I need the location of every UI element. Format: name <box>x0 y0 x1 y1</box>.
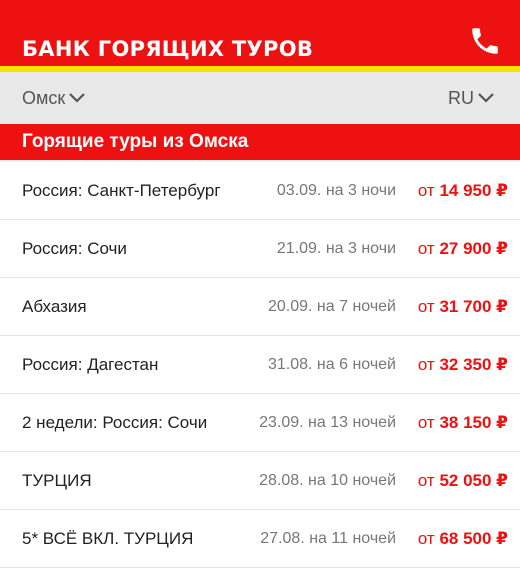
chevron-down-icon <box>69 93 86 103</box>
tour-destination: Россия: Сочи <box>22 238 127 258</box>
tour-price: от 68 500 ₽ <box>417 528 508 548</box>
tour-destination: Россия: Дагестан <box>22 354 159 374</box>
tour-dates: 03.09. на 3 ночи <box>276 181 396 199</box>
tour-dates: 27.08. на 11 ночей <box>260 529 396 547</box>
tour-price: от 27 900 ₽ <box>417 238 508 258</box>
tour-destination: 2 недели: Россия: Сочи <box>22 412 208 432</box>
tour-price: от 32 350 ₽ <box>417 354 508 374</box>
tour-row[interactable]: Россия: Сочи 21.09. на 3 ночи от 27 900 … <box>0 220 520 278</box>
phone-icon[interactable] <box>468 24 502 58</box>
tour-destination: Абхазия <box>22 296 87 316</box>
tour-dates: 20.09. на 7 ночей <box>267 297 396 315</box>
tour-row[interactable]: Россия: Дагестан 31.08. на 6 ночей от 32… <box>0 336 520 394</box>
tour-row[interactable]: Абхазия 20.09. на 7 ночей от 31 700 ₽ <box>0 278 520 336</box>
tour-row[interactable]: 2 недели: Россия: Сочи 23.09. на 13 ноче… <box>0 394 520 452</box>
tour-dates: 21.09. на 3 ночи <box>276 239 396 257</box>
chevron-down-icon <box>478 93 494 103</box>
tour-dates: 23.09. на 13 ночей <box>259 413 396 431</box>
tour-list: Россия: Санкт-Петербург 03.09. на 3 ночи… <box>0 162 520 568</box>
brand-title[interactable]: БАНК ГОРЯЩИХ ТУРОВ <box>22 37 313 61</box>
tour-price: от 14 950 ₽ <box>417 180 508 200</box>
language-selector[interactable]: RU <box>448 88 496 109</box>
tour-price: от 31 700 ₽ <box>417 296 508 316</box>
language-label: RU <box>448 87 474 108</box>
tour-price: от 52 050 ₽ <box>417 470 508 490</box>
section-banner: Горящие туры из Омска <box>0 124 520 162</box>
tour-row[interactable]: Россия: Санкт-Петербург 03.09. на 3 ночи… <box>0 162 520 220</box>
tour-dates: 28.08. на 10 ночей <box>259 471 396 489</box>
tour-row[interactable]: 5* ВСЁ ВКЛ. ТУРЦИЯ 27.08. на 11 ночей от… <box>0 510 520 568</box>
selector-bar: Омск RU <box>0 72 520 124</box>
tour-destination: 5* ВСЁ ВКЛ. ТУРЦИЯ <box>22 528 194 548</box>
tour-destination: Россия: Санкт-Петербург <box>22 180 221 200</box>
section-title: Горящие туры из Омска <box>22 131 249 152</box>
city-selector[interactable]: Омск <box>22 88 87 109</box>
tour-row[interactable]: ТУРЦИЯ 28.08. на 10 ночей от 52 050 ₽ <box>0 452 520 510</box>
app-header: БАНК ГОРЯЩИХ ТУРОВ <box>0 0 520 72</box>
city-label: Омск <box>22 87 66 108</box>
tour-destination: ТУРЦИЯ <box>22 470 92 490</box>
tour-price: от 38 150 ₽ <box>417 412 508 432</box>
tour-dates: 31.08. на 6 ночей <box>267 355 396 373</box>
